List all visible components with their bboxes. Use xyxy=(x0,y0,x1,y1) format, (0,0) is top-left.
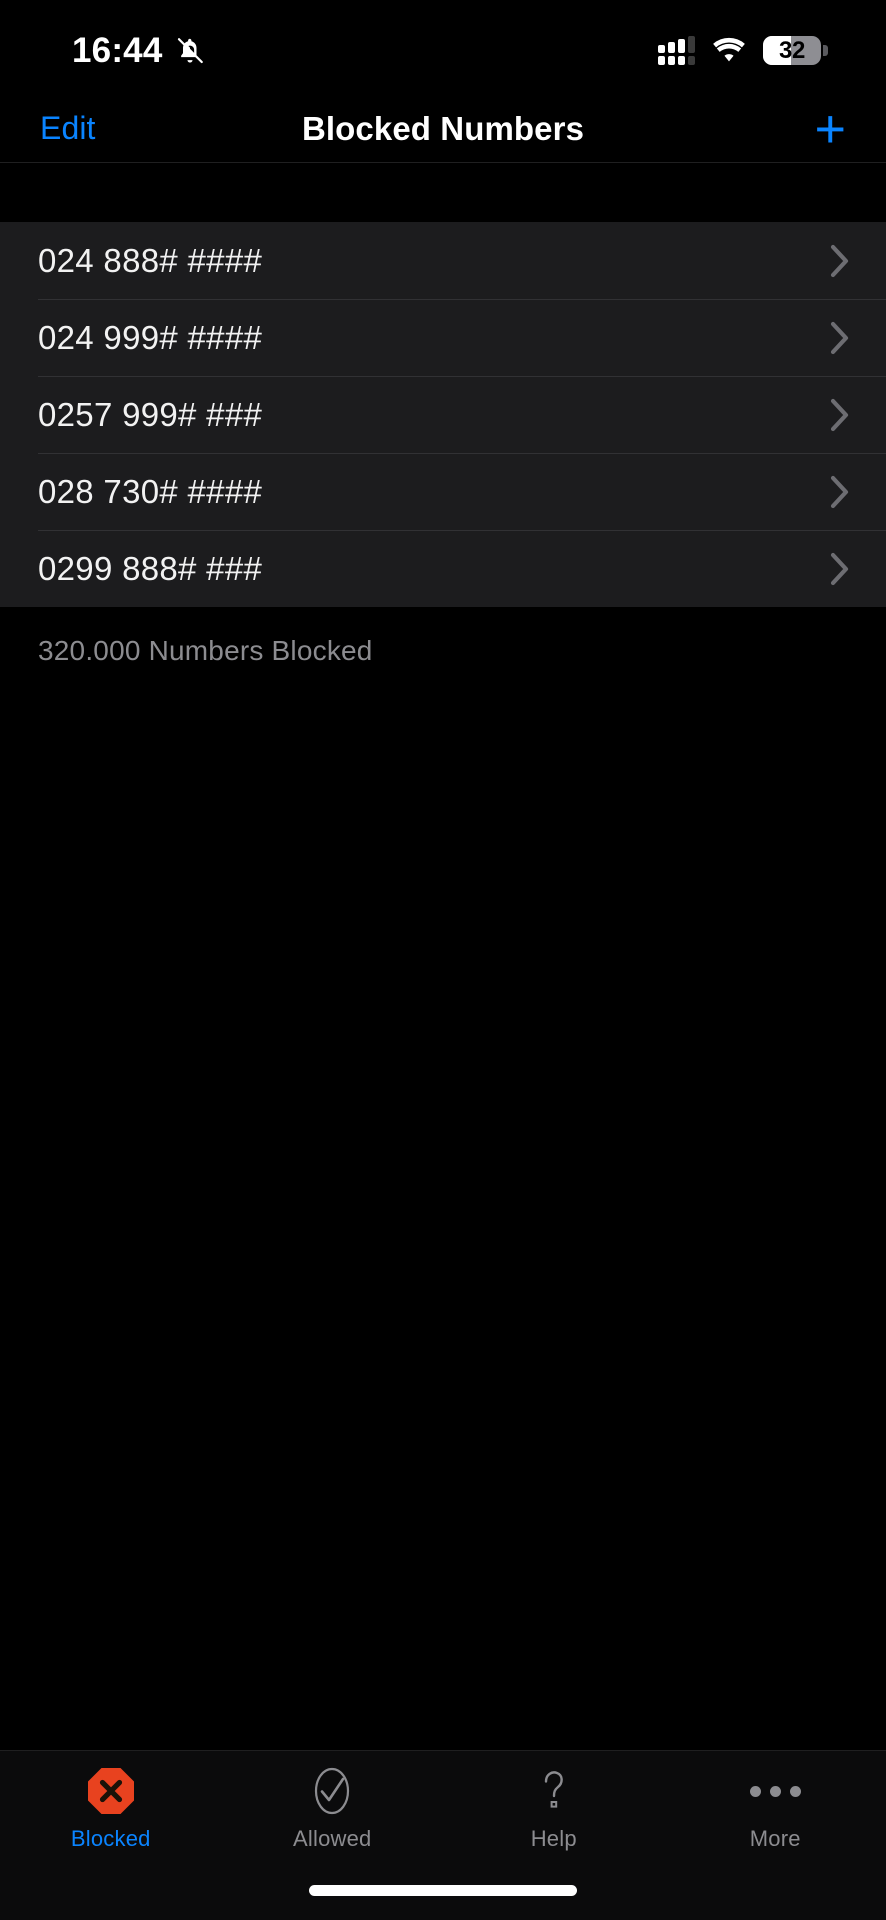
check-circle-icon xyxy=(307,1765,357,1817)
chevron-right-icon xyxy=(830,244,849,277)
blocked-number-label: 0299 888# ### xyxy=(38,549,263,587)
list-item[interactable]: 0299 888# ### xyxy=(0,530,886,607)
list-footer: 320.000 Numbers Blocked xyxy=(0,607,886,667)
chevron-right-icon xyxy=(830,398,849,431)
bell-slash-icon xyxy=(177,37,203,63)
blocked-number-label: 0257 999# ### xyxy=(38,395,263,433)
chevron-right-icon xyxy=(830,475,849,508)
tab-help-label: Help xyxy=(530,1826,577,1851)
list-item[interactable]: 024 999# #### xyxy=(0,299,886,376)
list-item[interactable]: 0257 999# ### xyxy=(0,376,886,453)
list-item[interactable]: 024 888# #### xyxy=(0,222,886,299)
status-bar-clock: 16:44 xyxy=(72,30,163,70)
status-bar-left: 16:44 xyxy=(72,31,205,71)
tab-blocked-label: Blocked xyxy=(70,1826,151,1851)
chevron-right-icon xyxy=(830,552,849,585)
tab-more-label: More xyxy=(749,1826,801,1851)
blocked-octagon-x-icon xyxy=(86,1765,136,1817)
battery-percent-label: 32 xyxy=(778,36,806,64)
navigation-bar: Edit Blocked Numbers + xyxy=(0,95,886,163)
blocked-number-label: 024 999# #### xyxy=(38,318,263,356)
more-dots-icon xyxy=(749,1765,801,1817)
status-bar: 16:44 32 xyxy=(0,0,886,95)
question-mark-icon xyxy=(529,1765,579,1817)
battery-icon: 32 xyxy=(763,36,828,65)
blocked-number-label: 028 730# #### xyxy=(38,472,263,510)
list-top-spacer xyxy=(0,163,886,222)
status-bar-right: 32 xyxy=(658,36,828,65)
page-title: Blocked Numbers xyxy=(301,109,585,147)
blocked-count-label: 320.000 Numbers Blocked xyxy=(38,635,373,666)
wifi-icon xyxy=(713,37,745,61)
edit-button[interactable]: Edit xyxy=(40,110,96,147)
tab-allowed-label: Allowed xyxy=(293,1826,372,1851)
tab-more[interactable]: More xyxy=(665,1765,886,1852)
cellular-signal-dual-icon xyxy=(658,36,695,65)
home-indicator xyxy=(309,1885,577,1896)
add-button[interactable]: + xyxy=(814,102,846,156)
tab-help[interactable]: Help xyxy=(443,1765,665,1852)
blocked-numbers-list: 024 888# #### 024 999# #### 0257 999# ##… xyxy=(0,222,886,607)
blocked-number-label: 024 888# #### xyxy=(38,241,263,279)
chevron-right-icon xyxy=(830,321,849,354)
tab-blocked[interactable]: Blocked xyxy=(0,1765,222,1852)
tab-allowed[interactable]: Allowed xyxy=(222,1765,444,1852)
list-item[interactable]: 028 730# #### xyxy=(0,453,886,530)
